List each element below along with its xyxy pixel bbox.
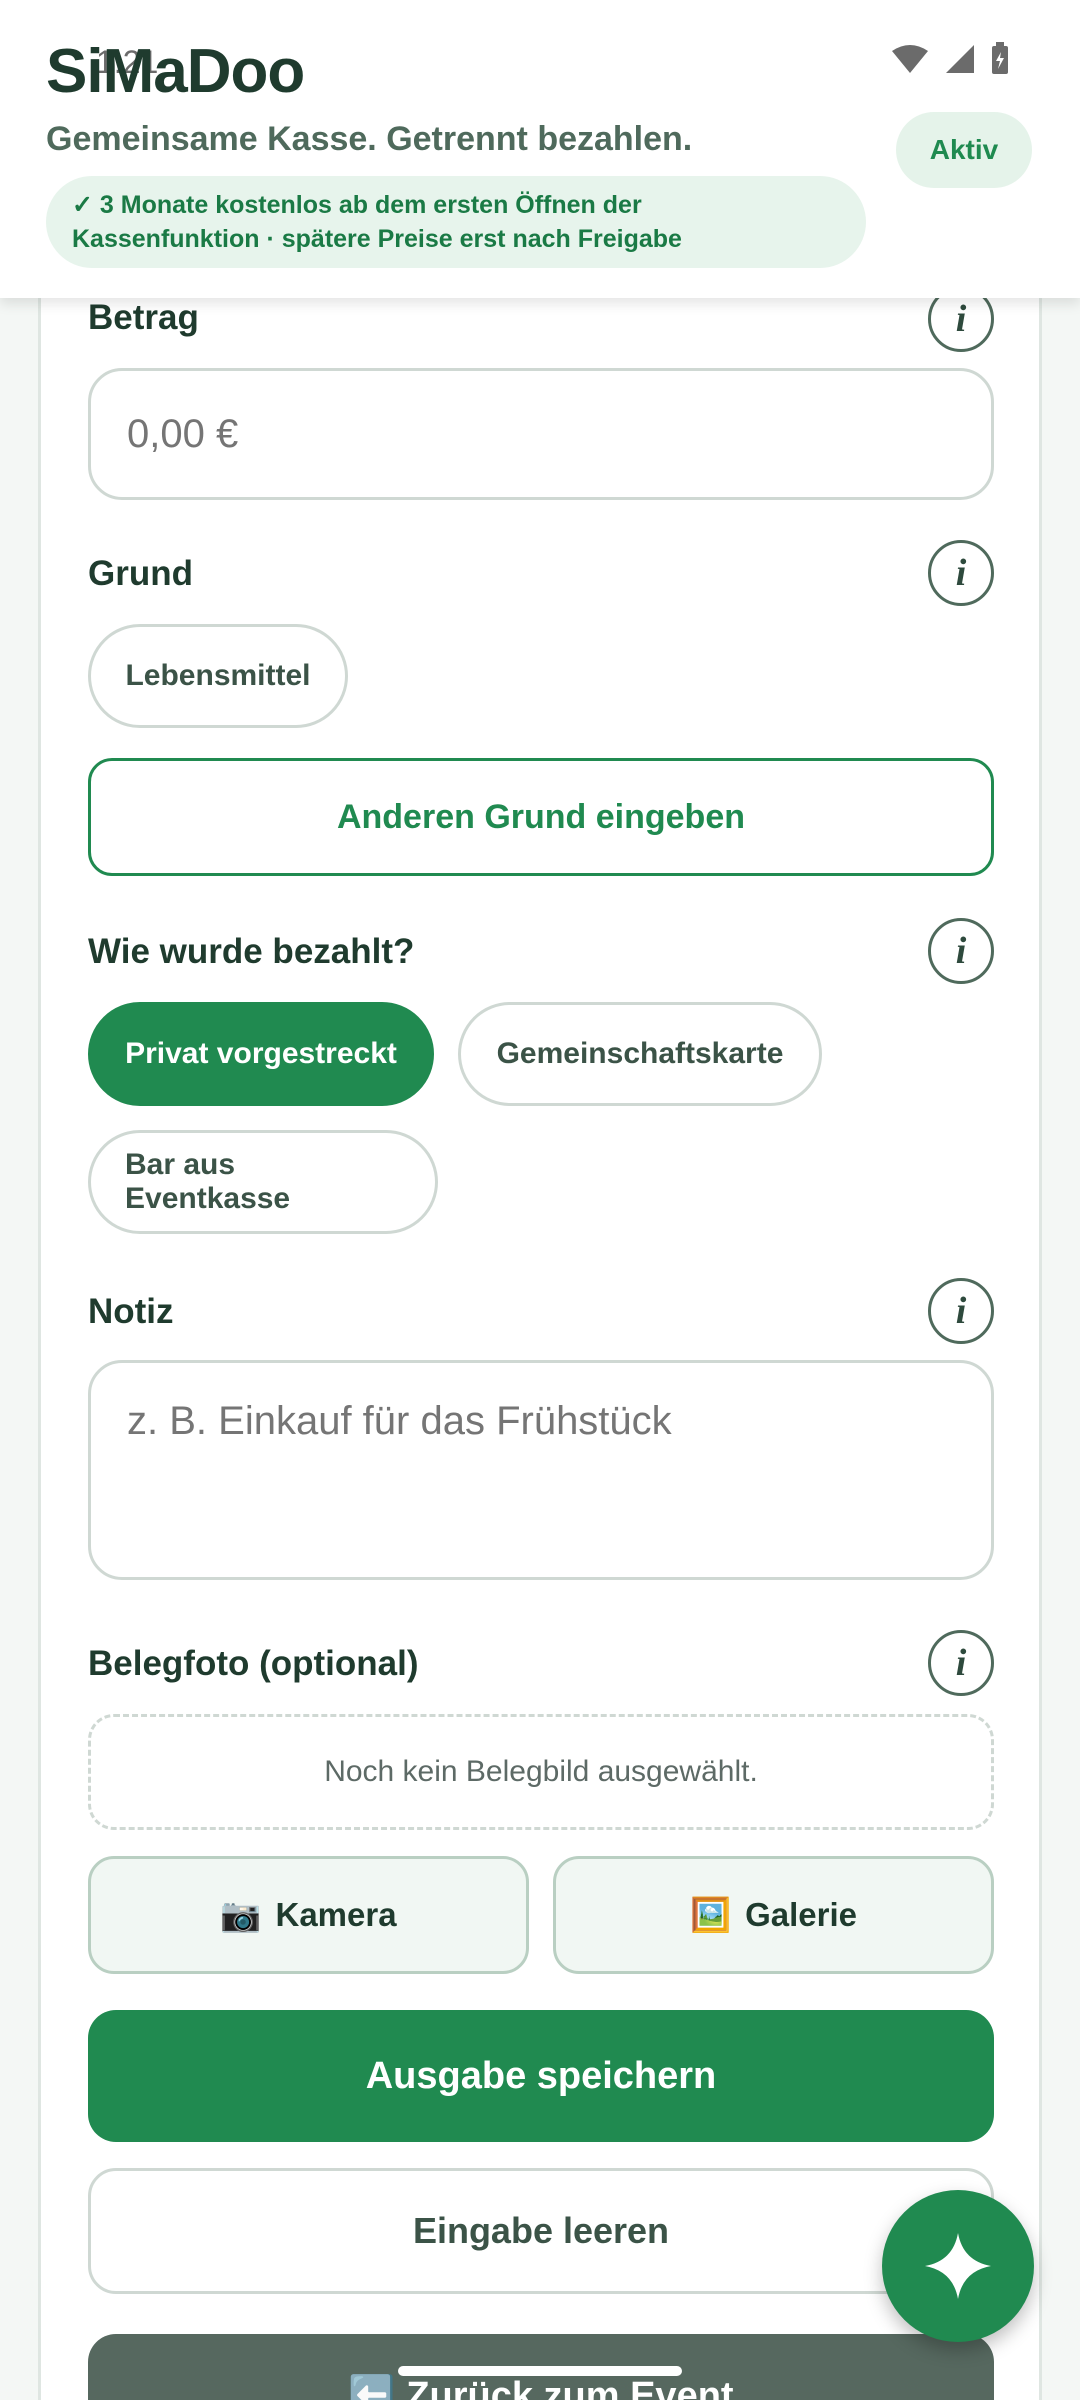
app-subtitle: Gemeinsame Kasse. Getrennt bezahlen.: [46, 120, 693, 158]
note-label: Notiz: [88, 1292, 174, 1331]
payment-info-icon[interactable]: i: [928, 918, 994, 984]
save-expense-button[interactable]: Ausgabe speichern: [88, 2010, 994, 2142]
reason-chip-lebensmittel[interactable]: Lebensmittel: [88, 624, 348, 728]
payment-label: Wie wurde bezahlt?: [88, 932, 415, 971]
reason-info-icon[interactable]: i: [928, 540, 994, 606]
promo-banner: ✓ 3 Monate kostenlos ab dem ersten Öffne…: [46, 176, 866, 268]
gallery-button[interactable]: 🖼️ Galerie: [553, 1856, 994, 1974]
app-header: 1:21 SiMaDoo Gemeinsame Kasse. Getrennt …: [0, 0, 1080, 298]
sparkle-icon: [925, 2233, 991, 2299]
receipt-info-icon[interactable]: i: [928, 1630, 994, 1696]
gallery-button-label: Galerie: [745, 1896, 857, 1933]
receipt-placeholder: Noch kein Belegbild ausgewählt.: [88, 1714, 994, 1830]
other-reason-button[interactable]: Anderen Grund eingeben: [88, 758, 994, 876]
assistant-fab[interactable]: [882, 2190, 1034, 2342]
payment-option-shared-card[interactable]: Gemeinschaftskarte: [458, 1002, 822, 1106]
note-info-icon[interactable]: i: [928, 1278, 994, 1344]
signal-icon: [946, 45, 974, 73]
app-title: SiMaDoo: [46, 37, 305, 106]
status-badge: Aktiv: [896, 112, 1032, 188]
camera-button[interactable]: 📷 Kamera: [88, 1856, 529, 1974]
clear-input-button[interactable]: Eingabe leeren: [88, 2168, 994, 2294]
reason-label: Grund: [88, 554, 193, 593]
receipt-label: Belegfoto (optional): [88, 1644, 419, 1683]
battery-icon: [992, 42, 1008, 74]
promo-line-1: ✓ 3 Monate kostenlos ab dem ersten Öffne…: [72, 191, 642, 219]
camera-button-label: Kamera: [275, 1896, 397, 1933]
amount-label: Betrag: [88, 298, 199, 337]
note-input[interactable]: [88, 1360, 994, 1580]
wifi-icon: [892, 45, 928, 73]
camera-icon: 📷: [220, 1895, 262, 1933]
status-icons: [890, 42, 1010, 76]
amount-input[interactable]: [88, 368, 994, 500]
payment-option-cash[interactable]: Bar aus Eventkasse: [88, 1130, 438, 1234]
gallery-icon: 🖼️: [689, 1895, 732, 1933]
home-indicator[interactable]: [398, 2366, 682, 2376]
payment-option-private[interactable]: Privat vorgestreckt: [88, 1002, 434, 1106]
back-to-event-label: ⬅️ Zurück zum Event: [348, 2375, 734, 2400]
promo-line-2: Kassenfunktion · spätere Preise erst nac…: [72, 225, 682, 253]
